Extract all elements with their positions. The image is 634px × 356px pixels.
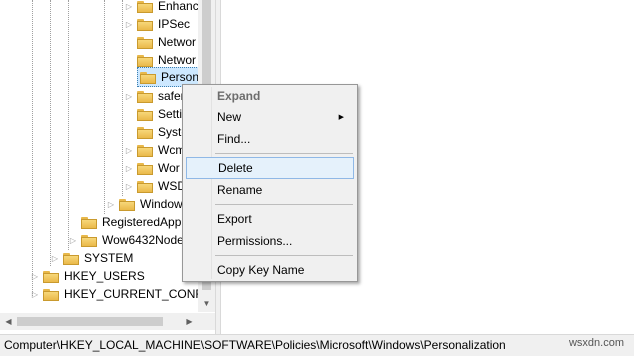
menu-item-label: Copy Key Name — [217, 263, 305, 277]
expand-arrow-icon[interactable]: ▷ — [124, 141, 134, 159]
scroll-left-arrow-icon[interactable]: ◀ — [0, 313, 17, 330]
menu-item-permissions[interactable]: Permissions... — [186, 230, 354, 252]
menu-item-find[interactable]: Find... — [186, 128, 354, 150]
folder-icon — [137, 36, 153, 49]
scrollbar-thumb[interactable] — [17, 317, 163, 326]
expand-arrow-icon — [124, 33, 134, 51]
folder-icon — [137, 90, 153, 103]
tree-node[interactable]: ▷ Window — [106, 195, 183, 213]
folder-icon — [137, 18, 153, 31]
folder-icon — [81, 216, 97, 229]
folder-icon — [137, 108, 153, 121]
tree-node-label: safer — [158, 89, 185, 103]
menu-item-label: Permissions... — [217, 234, 293, 248]
status-bar: Computer\HKEY_LOCAL_MACHINE\SOFTWARE\Pol… — [0, 334, 634, 356]
tree-node[interactable]: ▷ safer — [124, 87, 185, 105]
expand-arrow-icon[interactable]: ▷ — [30, 267, 40, 285]
menu-separator — [215, 255, 353, 256]
menu-item-export[interactable]: Export — [186, 208, 354, 230]
folder-icon — [137, 162, 153, 175]
menu-item-rename[interactable]: Rename — [186, 179, 354, 201]
watermark: wsxdn.com — [568, 337, 624, 349]
folder-icon — [81, 234, 97, 247]
tree-node[interactable]: ▷ Wor — [124, 159, 180, 177]
tree-node-label: Wor — [158, 161, 180, 175]
folder-icon — [137, 144, 153, 157]
tree-node[interactable]: Settir — [124, 105, 186, 123]
tree-node[interactable]: ▷ Enhanc — [124, 0, 199, 15]
tree-node-label: HKEY_CURRENT_CONFIG — [64, 287, 215, 301]
folder-icon — [119, 198, 135, 211]
expand-arrow-icon — [124, 51, 134, 69]
folder-icon — [140, 71, 156, 84]
tree-guide-line — [104, 0, 105, 214]
expand-arrow-icon — [124, 123, 134, 141]
tree-node-label: RegisteredAppl — [102, 215, 185, 229]
tree-node[interactable]: ▷ HKEY_CURRENT_CONFIG — [30, 285, 215, 303]
menu-item-label: Export — [217, 212, 252, 226]
expand-arrow-icon[interactable]: ▷ — [124, 159, 134, 177]
scroll-right-arrow-icon[interactable]: ▶ — [181, 313, 198, 330]
tree-node[interactable]: Networ — [124, 33, 196, 51]
menu-item-label: Delete — [218, 161, 253, 175]
tree-node-label: Window — [140, 197, 183, 211]
registry-path: Computer\HKEY_LOCAL_MACHINE\SOFTWARE\Pol… — [4, 338, 506, 352]
expand-arrow-icon[interactable]: ▷ — [68, 231, 78, 249]
context-menu: Expand New ▶ Find... Delete Rename Expor… — [182, 84, 358, 282]
tree-node[interactable]: ▷ HKEY_USERS — [30, 267, 145, 285]
expand-arrow-icon[interactable]: ▷ — [124, 15, 134, 33]
expand-arrow-icon — [68, 213, 78, 231]
tree-node-label: Networ — [158, 35, 197, 49]
submenu-arrow-icon: ▶ — [338, 114, 344, 121]
menu-item-label: Rename — [217, 183, 263, 197]
folder-icon — [137, 54, 153, 67]
scroll-down-arrow-icon[interactable]: ▼ — [198, 295, 215, 312]
folder-icon — [43, 288, 59, 301]
tree-node-label: Enhanc — [158, 0, 199, 13]
menu-separator — [215, 204, 353, 205]
tree-guide-line — [32, 0, 33, 296]
tree-node[interactable]: ▷ WSD — [124, 177, 186, 195]
tree-node-label: IPSec — [158, 17, 191, 31]
folder-icon — [43, 270, 59, 283]
expand-arrow-icon[interactable]: ▷ — [106, 195, 116, 213]
tree-node[interactable]: ▷ SYSTEM — [50, 249, 133, 267]
folder-icon — [137, 0, 153, 13]
menu-item-delete[interactable]: Delete — [186, 157, 354, 179]
tree-horizontal-scrollbar[interactable]: ◀ ▶ — [0, 313, 215, 330]
folder-icon — [137, 126, 153, 139]
menu-item-new[interactable]: New ▶ — [186, 106, 354, 128]
expand-arrow-icon[interactable]: ▷ — [50, 249, 60, 267]
tree-node[interactable]: ▷ IPSec — [124, 15, 190, 33]
folder-icon — [63, 252, 79, 265]
expand-arrow-icon — [124, 68, 134, 86]
menu-separator — [215, 153, 353, 154]
expand-arrow-icon[interactable]: ▷ — [30, 285, 40, 303]
tree-node[interactable]: Syste — [124, 123, 188, 141]
menu-item-expand[interactable]: Expand — [186, 85, 354, 107]
expand-arrow-icon — [124, 105, 134, 123]
tree-node-label: Wow6432Node — [102, 233, 184, 247]
menu-item-label: New — [217, 110, 242, 124]
menu-item-copy-key-name[interactable]: Copy Key Name — [186, 259, 354, 281]
menu-item-label: Expand — [217, 89, 261, 103]
expand-arrow-icon[interactable]: ▷ — [124, 0, 134, 15]
tree-node[interactable]: ▷ Wcm — [124, 141, 185, 159]
expand-arrow-icon[interactable]: ▷ — [124, 177, 134, 195]
menu-item-label: Find... — [217, 132, 251, 146]
tree-guide-line — [50, 0, 51, 266]
tree-node-label: SYSTEM — [84, 251, 134, 265]
tree-node[interactable]: RegisteredAppl — [68, 213, 184, 231]
tree-node[interactable]: ▷ Wow6432Node — [68, 231, 184, 249]
folder-icon — [137, 180, 153, 193]
tree-guide-line — [122, 0, 123, 196]
expand-arrow-icon[interactable]: ▷ — [124, 87, 134, 105]
tree-node-label: HKEY_USERS — [64, 269, 145, 283]
